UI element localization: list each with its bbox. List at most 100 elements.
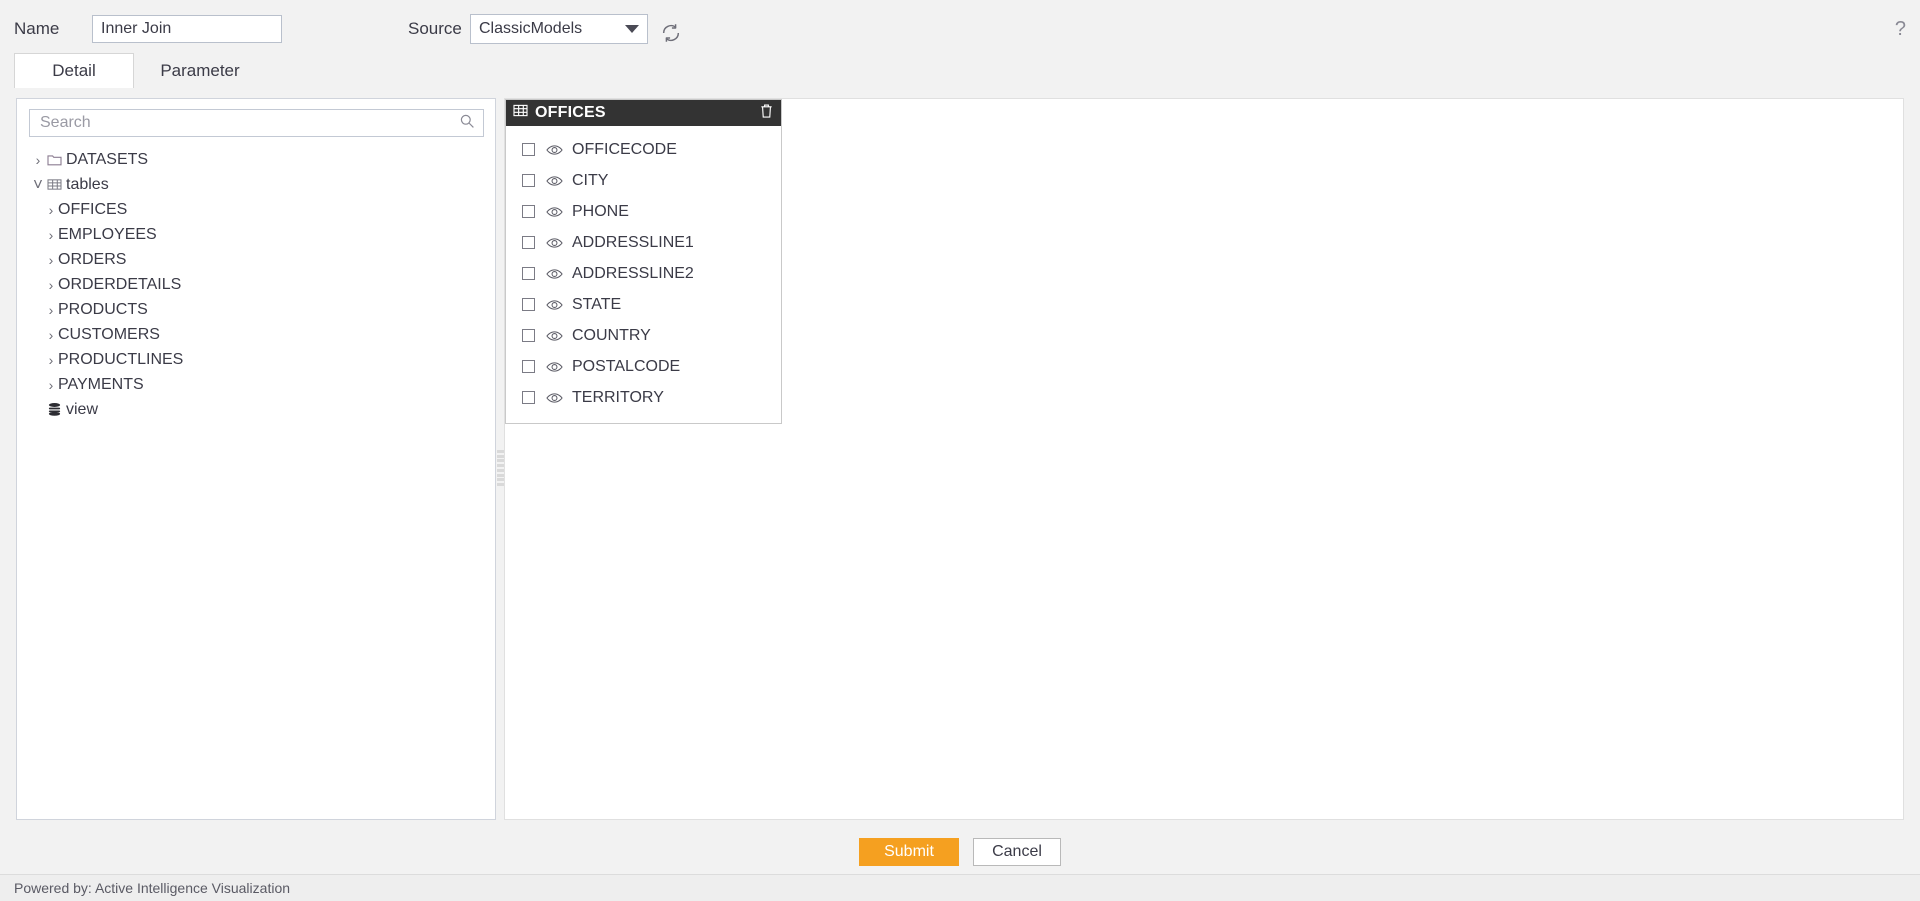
field-checkbox[interactable] <box>522 205 535 218</box>
eye-icon[interactable] <box>546 330 564 342</box>
eye-icon[interactable] <box>546 175 564 187</box>
source-select-value: ClassicModels <box>479 20 583 37</box>
tree-item-employees[interactable]: › EMPLOYEES <box>27 222 489 247</box>
chevron-right-icon[interactable]: › <box>44 377 58 393</box>
tree-item-view[interactable]: view <box>27 397 489 422</box>
powered-by-text: Powered by: Active Intelligence Visualiz… <box>14 880 291 896</box>
table-icon <box>45 178 63 191</box>
main-content: ›DATASETS˅tables›OFFICES›EMPLOYEES›ORDER… <box>0 88 1920 830</box>
tree-item-datasets[interactable]: › DATASETS <box>27 147 489 172</box>
eye-icon[interactable] <box>546 206 564 218</box>
tree-item-label: tables <box>66 175 109 193</box>
tree-item-productlines[interactable]: › PRODUCTLINES <box>27 347 489 372</box>
chevron-right-icon[interactable]: › <box>31 152 45 168</box>
chevron-right-icon[interactable]: › <box>44 352 58 368</box>
field-row[interactable]: ADDRESSLINE1 <box>506 227 781 258</box>
tree-item-orders[interactable]: › ORDERS <box>27 247 489 272</box>
field-row[interactable]: COUNTRY <box>506 320 781 351</box>
dialog-button-bar: Submit Cancel <box>0 830 1920 874</box>
tree-item-tables[interactable]: ˅ tables <box>27 172 489 197</box>
chevron-down-icon <box>625 25 639 33</box>
name-label: Name <box>14 19 60 38</box>
tree-item-label: OFFICES <box>58 200 128 218</box>
join-editor-window: Name Source ClassicModels ? Detail Param… <box>0 0 1920 901</box>
tree-item-label: EMPLOYEES <box>58 225 157 243</box>
field-name: POSTALCODE <box>572 357 681 375</box>
table-card[interactable]: OFFICES OFFICECODE CITY PHONE ADDRESSLINE1 AD… <box>505 99 782 424</box>
field-row[interactable]: CITY <box>506 165 781 196</box>
field-name: OFFICECODE <box>572 140 677 158</box>
source-tree-panel: ›DATASETS˅tables›OFFICES›EMPLOYEES›ORDER… <box>16 98 496 820</box>
chevron-right-icon[interactable]: › <box>44 252 58 268</box>
tree-item-label: view <box>66 400 99 418</box>
field-row[interactable]: PHONE <box>506 196 781 227</box>
join-canvas[interactable]: OFFICES OFFICECODE CITY PHONE ADDRESSLINE1 AD… <box>504 98 1904 820</box>
eye-icon[interactable] <box>546 144 564 156</box>
footer-bar: Powered by: Active Intelligence Visualiz… <box>0 874 1920 901</box>
eye-icon[interactable] <box>546 392 564 404</box>
tab-detail[interactable]: Detail <box>14 53 134 89</box>
field-name: STATE <box>572 295 622 313</box>
eye-icon[interactable] <box>546 361 564 373</box>
tree-item-label: PAYMENTS <box>58 375 144 393</box>
field-name: COUNTRY <box>572 326 651 344</box>
field-checkbox[interactable] <box>522 360 535 373</box>
field-name: PHONE <box>572 202 629 220</box>
table-card-fields: OFFICECODE CITY PHONE ADDRESSLINE1 ADDRESSLI… <box>506 126 781 423</box>
tab-parameter-label: Parameter <box>160 61 240 80</box>
table-card-title: OFFICES <box>535 104 606 121</box>
tree-item-label: ORDERS <box>58 250 127 268</box>
tree-item-orderdetails[interactable]: › ORDERDETAILS <box>27 272 489 297</box>
source-label: Source <box>408 19 462 38</box>
field-row[interactable]: POSTALCODE <box>506 351 781 382</box>
submit-button[interactable]: Submit <box>859 838 959 866</box>
table-card-header[interactable]: OFFICES <box>506 100 781 126</box>
eye-icon[interactable] <box>546 237 564 249</box>
field-name: ADDRESSLINE1 <box>572 233 694 251</box>
field-checkbox[interactable] <box>522 298 535 311</box>
help-icon[interactable]: ? <box>1895 18 1906 41</box>
chevron-right-icon[interactable]: › <box>44 277 58 293</box>
source-select[interactable]: ClassicModels <box>470 14 648 44</box>
tree-item-label: CUSTOMERS <box>58 325 160 343</box>
field-checkbox[interactable] <box>522 174 535 187</box>
field-row[interactable]: ADDRESSLINE2 <box>506 258 781 289</box>
field-checkbox[interactable] <box>522 329 535 342</box>
tree-item-products[interactable]: › PRODUCTS <box>27 297 489 322</box>
trash-icon[interactable] <box>759 103 774 124</box>
tree-item-offices[interactable]: › OFFICES <box>27 197 489 222</box>
field-checkbox[interactable] <box>522 143 535 156</box>
chevron-right-icon[interactable]: › <box>44 302 58 318</box>
cancel-button[interactable]: Cancel <box>973 838 1061 866</box>
field-row[interactable]: TERRITORY <box>506 382 781 413</box>
field-name: CITY <box>572 171 609 189</box>
tab-detail-label: Detail <box>52 61 96 80</box>
tree-item-customers[interactable]: › CUSTOMERS <box>27 322 489 347</box>
search-box[interactable] <box>29 109 484 137</box>
search-input[interactable] <box>38 113 459 133</box>
field-checkbox[interactable] <box>522 236 535 249</box>
eye-icon[interactable] <box>546 299 564 311</box>
folder-icon <box>45 153 63 166</box>
search-icon[interactable] <box>459 113 475 134</box>
tree-item-label: PRODUCTLINES <box>58 350 184 368</box>
tree-item-label: DATASETS <box>66 150 149 168</box>
field-row[interactable]: OFFICECODE <box>506 134 781 165</box>
field-row[interactable]: STATE <box>506 289 781 320</box>
chevron-right-icon[interactable]: › <box>44 327 58 343</box>
tree-item-label: ORDERDETAILS <box>58 275 182 293</box>
tab-parameter[interactable]: Parameter <box>140 53 260 89</box>
source-tree: › DATASETS ˅ tables › OFFICES › EMPLOYEES › ORDER… <box>27 147 489 422</box>
field-name: TERRITORY <box>572 388 664 406</box>
tree-item-payments[interactable]: › PAYMENTS <box>27 372 489 397</box>
field-checkbox[interactable] <box>522 391 535 404</box>
tab-strip: Detail Parameter Add Parameter Add Condi… <box>0 47 1920 130</box>
chevron-right-icon[interactable]: › <box>44 202 58 218</box>
chevron-right-icon[interactable]: › <box>44 227 58 243</box>
name-input[interactable] <box>92 15 282 43</box>
chevron-down-icon[interactable]: ˅ <box>31 176 45 193</box>
database-icon <box>45 402 63 417</box>
refresh-icon[interactable] <box>660 22 682 44</box>
field-checkbox[interactable] <box>522 267 535 280</box>
eye-icon[interactable] <box>546 268 564 280</box>
